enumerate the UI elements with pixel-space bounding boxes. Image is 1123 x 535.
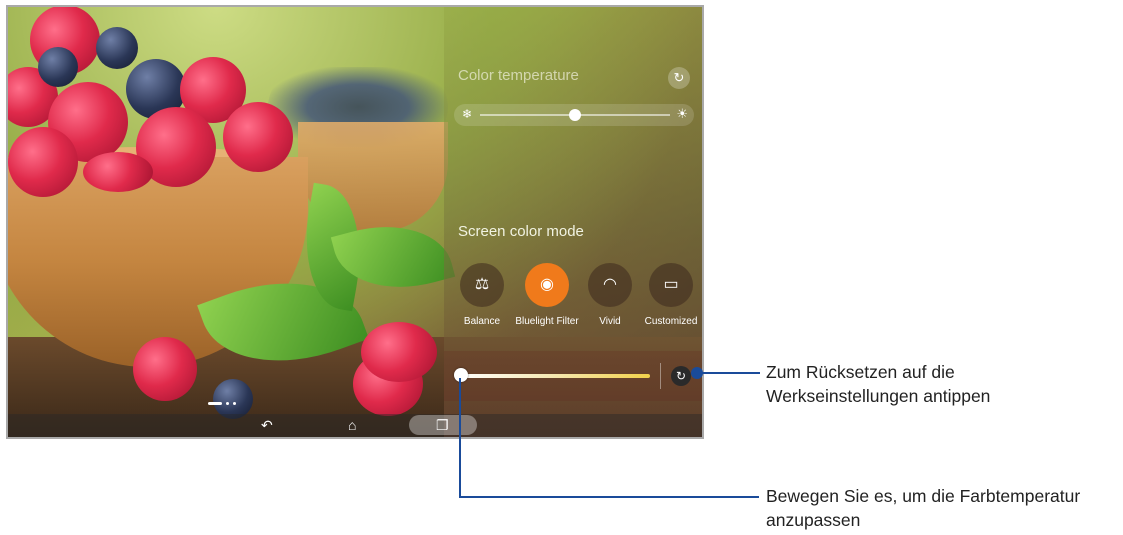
color-temperature-knob[interactable] xyxy=(569,109,581,121)
refresh-icon[interactable]: ↻ xyxy=(668,67,690,89)
callout-slider-line1: Bewegen Sie es, um die Farbtemperatur xyxy=(766,486,1081,506)
recents-icon[interactable]: ❐ xyxy=(436,417,449,433)
rainbow-icon: ◠ xyxy=(588,263,632,307)
page-indicator xyxy=(208,395,240,406)
home-icon[interactable]: ⌂ xyxy=(348,417,356,433)
mode-label: Bluelight Filter xyxy=(515,316,579,327)
adjust-slider-knob[interactable] xyxy=(454,368,468,382)
balance-scale-icon: ⚖ xyxy=(460,263,504,307)
callout-slider-line2: anzupassen xyxy=(766,510,861,530)
tablet-screen: Color temperature ↻ ❄ ☀ Screen color mod… xyxy=(6,5,704,439)
mode-label: Customized xyxy=(644,316,698,327)
page-dot-active xyxy=(208,402,222,406)
mode-label: Balance xyxy=(463,316,501,327)
mode-bluelight-filter-button[interactable]: ◉ Bluelight Filter xyxy=(512,263,582,327)
callout-reset-line xyxy=(700,372,760,374)
raspberry xyxy=(83,152,153,192)
callout-slider-line-horizontal xyxy=(459,496,759,498)
blackberry xyxy=(96,27,138,69)
raspberry xyxy=(361,322,437,382)
callout-reset-line1: Zum Rücksetzen auf die xyxy=(766,362,955,382)
mode-customized-button[interactable]: ▭ Customized xyxy=(640,263,702,327)
sun-icon: ☀ xyxy=(676,106,688,121)
screen-color-mode-title: Screen color mode xyxy=(458,223,584,240)
screen-color-panel: Color temperature ↻ ❄ ☀ Screen color mod… xyxy=(444,7,702,437)
blueberry xyxy=(38,47,78,87)
back-icon[interactable]: ↶ xyxy=(261,417,273,433)
mode-vivid-button[interactable]: ◠ Vivid xyxy=(582,263,638,327)
callout-slider-line-vertical xyxy=(459,378,461,498)
mode-label: Vivid xyxy=(599,316,621,327)
adjust-slider-track[interactable] xyxy=(458,374,650,378)
navigation-bar: ↶ ⌂ ❐ xyxy=(8,414,702,437)
color-temperature-title: Color temperature xyxy=(458,67,579,84)
adjust-slider-bar: ↻ xyxy=(444,351,702,401)
callout-reset-text: Zum Rücksetzen auf die Werkseinstellunge… xyxy=(766,360,990,408)
mode-balance-button[interactable]: ⚖ Balance xyxy=(454,263,510,327)
raspberry xyxy=(223,102,293,172)
refresh-icon[interactable]: ↻ xyxy=(671,366,691,386)
snowflake-icon: ❄ xyxy=(462,107,473,121)
custom-display-icon: ▭ xyxy=(649,263,693,307)
callout-reset-line2: Werkseinstellungen antippen xyxy=(766,386,991,406)
raspberry xyxy=(133,337,197,401)
callout-slider-text: Bewegen Sie es, um die Farbtemperatur an… xyxy=(766,484,1080,532)
divider xyxy=(660,363,661,389)
eye-shield-icon: ◉ xyxy=(525,263,569,307)
raspberry xyxy=(8,127,78,197)
color-temperature-slider[interactable]: ❄ ☀ xyxy=(454,104,694,126)
